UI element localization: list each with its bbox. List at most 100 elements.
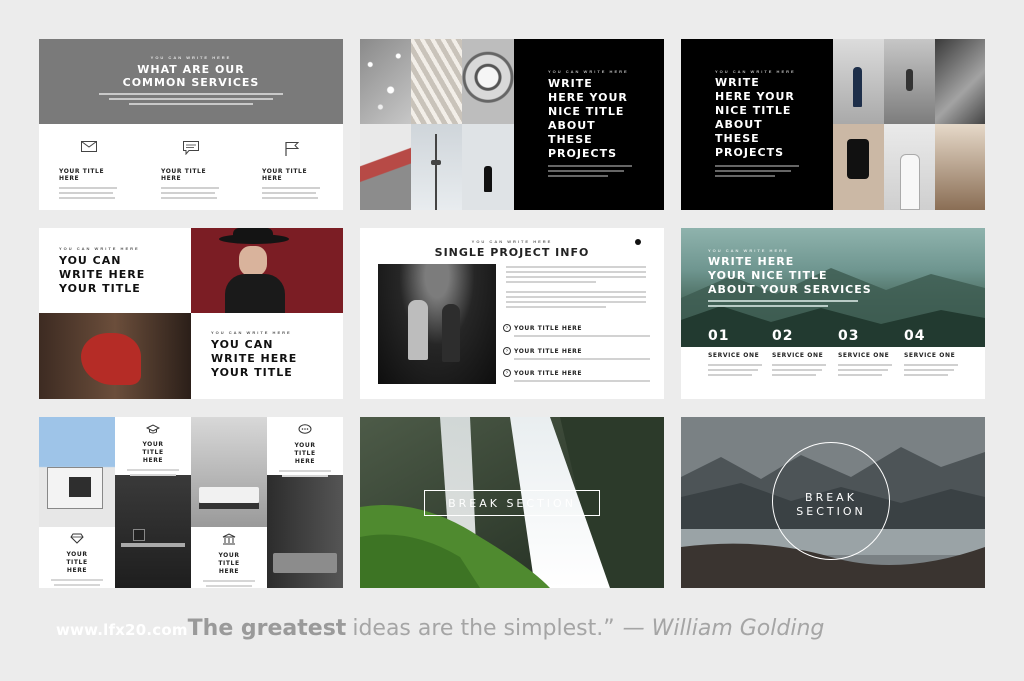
photo-girl-road <box>833 39 884 124</box>
title-line: PROJECTS <box>715 146 784 159</box>
message-icon <box>183 141 199 155</box>
photo-woman-wall <box>462 124 514 210</box>
feature-card: YOUR TITLE HERE <box>115 417 191 476</box>
slide-title: SINGLE PROJECT INFO <box>434 246 590 259</box>
card-title: YOUR TITLE HERE <box>142 441 164 464</box>
card-title: YOUR TITLE HERE <box>218 552 240 575</box>
break-label: BREAK SECTION <box>448 496 576 510</box>
title-line: ABOUT <box>715 118 763 131</box>
break-label-box: BREAK SECTION <box>424 490 600 516</box>
photo-tower <box>411 124 462 210</box>
title-line: YOUR NICE TITLE <box>708 269 828 282</box>
title-line: WRITE <box>715 76 760 89</box>
title-line: NICE TITLE <box>715 104 792 117</box>
service-label: YOUR TITLE HERE <box>161 168 207 182</box>
photo-desk <box>115 475 191 588</box>
photo-phone-hand <box>833 124 884 210</box>
step-number: 04 <box>904 328 926 344</box>
bank-icon <box>222 533 236 545</box>
slide-projects-architecture[interactable]: YOU CAN WRITE HERE WRITE HERE YOUR NICE … <box>360 39 664 210</box>
slide-kicker: YOU CAN WRITE HERE <box>59 246 140 251</box>
title-line: ABOUT YOUR SERVICES <box>708 283 872 296</box>
photo-hat-woman <box>191 228 343 313</box>
step-number: 01 <box>708 328 730 344</box>
slide-projects-people[interactable]: YOU CAN WRITE HERE WRITE HERE YOUR NICE … <box>681 39 985 210</box>
title-line: THESE <box>715 132 760 145</box>
photo-window <box>935 39 985 124</box>
service-column: YOUR TITLE HERE <box>161 141 221 199</box>
step-label: SERVICE ONE <box>708 352 760 359</box>
slide-break-lake[interactable]: BREAK SECTION <box>681 417 985 588</box>
break-label-line2: SECTION <box>796 505 866 518</box>
photo-dancers <box>378 264 496 384</box>
slide-title-line2: COMMON SERVICES <box>122 76 260 89</box>
quote-emphasis: The greatest <box>187 616 347 641</box>
step-column: SERVICE ONE <box>772 352 832 376</box>
title-line: NICE TITLE <box>548 105 625 118</box>
graduation-cap-icon <box>145 424 161 434</box>
title-line: PROJECTS <box>548 147 617 160</box>
filler-text <box>708 300 858 307</box>
photo-bedroom <box>191 417 267 527</box>
flag-icon <box>285 142 300 156</box>
step-label: SERVICE ONE <box>838 352 890 359</box>
title-line: WRITE HERE <box>708 255 795 268</box>
card-title: YOUR TITLE HERE <box>294 442 316 465</box>
photo-hiker <box>884 39 935 124</box>
slide-kicker: YOU CAN WRITE HERE <box>708 248 789 253</box>
service-column: YOUR TITLE HERE <box>59 141 119 199</box>
step-number: 03 <box>838 328 860 344</box>
title-line: WRITE <box>548 77 593 90</box>
photo-woman-white <box>884 124 935 210</box>
slide-services-mountain[interactable]: YOU CAN WRITE HERE WRITE HERE YOUR NICE … <box>681 228 985 399</box>
footer-quote: www.lfx20.com The greatest ideas are the… <box>56 616 824 648</box>
slide-title-line1: WHAT ARE OUR <box>137 63 245 76</box>
step-column: SERVICE ONE <box>838 352 898 376</box>
page-dot <box>635 239 641 245</box>
item-title: YOUR TITLE HERE <box>514 325 583 332</box>
arrow-circle-icon: › <box>503 324 511 332</box>
service-column: YOUR TITLE HERE <box>262 141 322 199</box>
photo-group-beach <box>935 124 985 210</box>
chat-bubble-icon <box>298 424 312 434</box>
card-title: YOUR TITLE HERE <box>66 551 88 574</box>
feature-card: YOUR TITLE HERE <box>39 527 115 588</box>
slide-common-services[interactable]: YOU CAN WRITE HERE WHAT ARE OUR COMMON S… <box>39 39 343 210</box>
break-label-line1: BREAK <box>805 491 857 504</box>
title-line: YOUR TITLE <box>59 282 141 295</box>
slide-title-top: YOU CAN WRITE HERE YOUR TITLE <box>59 254 145 296</box>
filler-text <box>506 266 646 308</box>
feature-card: YOUR TITLE HERE <box>267 417 343 477</box>
title-line: WRITE HERE <box>59 268 146 281</box>
slide-title: WRITE HERE YOUR NICE TITLE ABOUT THESE P… <box>715 76 795 160</box>
filler-text <box>99 93 283 105</box>
slide-break-waterfall[interactable]: BREAK SECTION <box>360 417 664 588</box>
slide-title: WRITE HERE YOUR NICE TITLE ABOUT THESE P… <box>548 77 628 161</box>
slide-kicker: YOU CAN WRITE HERE <box>211 330 292 335</box>
slide-interior-grid[interactable]: YOUR TITLE HERE YOUR TITLE HERE YOUR TIT… <box>39 417 343 588</box>
photo-facade <box>411 39 462 124</box>
watermark: www.lfx20.com <box>56 621 188 639</box>
arrow-circle-icon: › <box>503 369 511 377</box>
step-label: SERVICE ONE <box>904 352 956 359</box>
slide-single-project[interactable]: YOU CAN WRITE HERE SINGLE PROJECT INFO ›… <box>360 228 664 399</box>
photo-dome <box>462 39 514 124</box>
photo-red-roof <box>360 124 411 210</box>
feature-card: YOUR TITLE HERE <box>191 527 267 588</box>
title-line: WRITE HERE <box>211 352 298 365</box>
photo-red-dress <box>39 313 191 399</box>
title-line: HERE YOUR <box>548 91 628 104</box>
item-title: YOUR TITLE HERE <box>514 370 583 377</box>
service-label: YOUR TITLE HERE <box>59 168 105 182</box>
step-column: SERVICE ONE <box>708 352 768 376</box>
service-label: YOUR TITLE HERE <box>262 168 308 182</box>
step-column: SERVICE ONE <box>904 352 964 376</box>
photo-droplets <box>360 39 411 124</box>
title-line: YOU CAN <box>211 338 274 351</box>
slide-title: WRITE HERE YOUR NICE TITLE ABOUT YOUR SE… <box>708 255 872 297</box>
slide-fashion[interactable]: YOU CAN WRITE HERE YOU CAN WRITE HERE YO… <box>39 228 343 399</box>
slide-title-bottom: YOU CAN WRITE HERE YOUR TITLE <box>211 338 297 380</box>
photo-modern-house <box>39 417 115 527</box>
filler-text <box>548 165 632 177</box>
filler-text <box>715 165 799 177</box>
